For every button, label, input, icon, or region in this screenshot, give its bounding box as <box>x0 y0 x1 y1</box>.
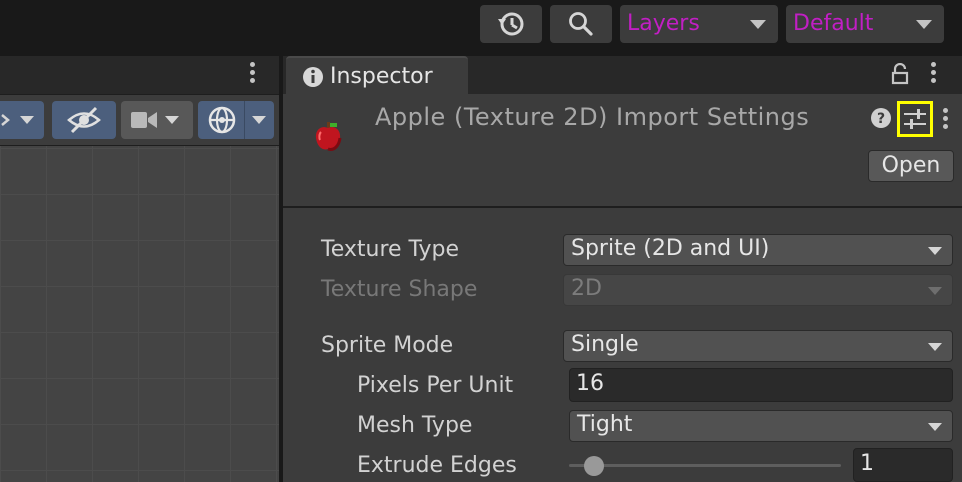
chevron-down-icon <box>750 20 766 29</box>
gizmo-globe-icon <box>208 106 236 134</box>
info-icon <box>303 67 323 87</box>
camera-icon <box>131 112 157 128</box>
asset-import-title: Apple (Texture 2D) Import Settings <box>375 103 810 131</box>
mesh-type-value: Tight <box>577 412 633 437</box>
history-icon <box>498 12 524 36</box>
chevron-down-icon <box>252 116 266 124</box>
scene-visibility-toggle[interactable] <box>52 101 116 139</box>
mesh-type-dropdown[interactable]: Tight <box>569 410 953 442</box>
draw-mode-icon <box>1 114 10 126</box>
extrude-edges-value: 1 <box>860 451 874 476</box>
tab-inspector[interactable]: Inspector <box>286 56 468 96</box>
extrude-edges-slider[interactable] <box>569 454 841 478</box>
sprite-mode-value: Single <box>571 332 639 357</box>
extrude-edges-label: Extrude Edges <box>357 453 517 478</box>
main-toolbar: Layers Default <box>0 0 962 52</box>
texture-type-dropdown[interactable]: Sprite (2D and UI) <box>563 234 953 266</box>
search-button[interactable] <box>550 5 612 43</box>
lock-icon[interactable] <box>890 63 910 85</box>
texture-type-value: Sprite (2D and UI) <box>571 236 770 261</box>
chevron-down-icon <box>928 423 942 431</box>
pixels-per-unit-field[interactable]: 16 <box>569 368 953 402</box>
undo-history-button[interactable] <box>480 5 542 43</box>
draw-mode-dropdown[interactable] <box>0 101 44 139</box>
eye-slash-icon <box>67 106 101 134</box>
chevron-down-icon <box>20 116 34 124</box>
texture-shape-value: 2D <box>571 276 602 301</box>
slider-thumb[interactable] <box>584 456 604 476</box>
pixels-per-unit-value: 16 <box>576 371 604 396</box>
apple-texture-icon <box>315 122 342 151</box>
svg-text:?: ? <box>877 111 885 127</box>
search-icon <box>569 12 593 36</box>
inspector-panel: Inspector Apple (Texture 2D) Import Sett… <box>283 56 962 482</box>
tab-label: Inspector <box>330 64 433 89</box>
layers-dropdown[interactable]: Layers <box>620 5 778 43</box>
open-button[interactable]: Open <box>868 150 954 182</box>
sprite-mode-dropdown[interactable]: Single <box>563 330 953 362</box>
mesh-type-label: Mesh Type <box>357 413 473 438</box>
more-options-icon[interactable] <box>250 62 256 86</box>
scene-viewport[interactable] <box>0 146 279 482</box>
layout-dropdown[interactable]: Default <box>786 5 944 43</box>
texture-shape-label: Texture Shape <box>321 277 478 302</box>
chevron-down-icon <box>165 116 179 124</box>
inspector-tab-bar: Inspector <box>283 56 962 96</box>
sprite-mode-label: Sprite Mode <box>321 333 454 358</box>
layers-label: Layers <box>627 11 700 36</box>
chevron-down-icon <box>928 343 942 351</box>
inspector-header: Apple (Texture 2D) Import Settings ? Ope… <box>283 94 962 208</box>
scene-toolbar <box>0 94 279 146</box>
slider-track <box>569 464 841 467</box>
chevron-down-icon <box>916 20 932 29</box>
texture-shape-dropdown: 2D <box>563 274 953 306</box>
extrude-edges-field[interactable]: 1 <box>853 448 953 482</box>
chevron-down-icon <box>928 247 942 255</box>
chevron-down-icon <box>928 287 942 295</box>
scene-tab-bar <box>0 56 279 94</box>
gizmos-dropdown[interactable] <box>198 101 274 139</box>
texture-type-label: Texture Type <box>321 237 460 262</box>
more-options-icon[interactable] <box>931 62 937 86</box>
help-icon[interactable]: ? <box>870 107 892 129</box>
layout-label: Default <box>793 11 874 36</box>
scene-panel <box>0 56 279 482</box>
camera-settings-dropdown[interactable] <box>121 101 193 139</box>
sliders-icon <box>904 109 926 129</box>
pixels-per-unit-label: Pixels Per Unit <box>357 373 514 398</box>
more-options-icon[interactable] <box>943 108 949 132</box>
presets-button[interactable] <box>897 101 933 137</box>
